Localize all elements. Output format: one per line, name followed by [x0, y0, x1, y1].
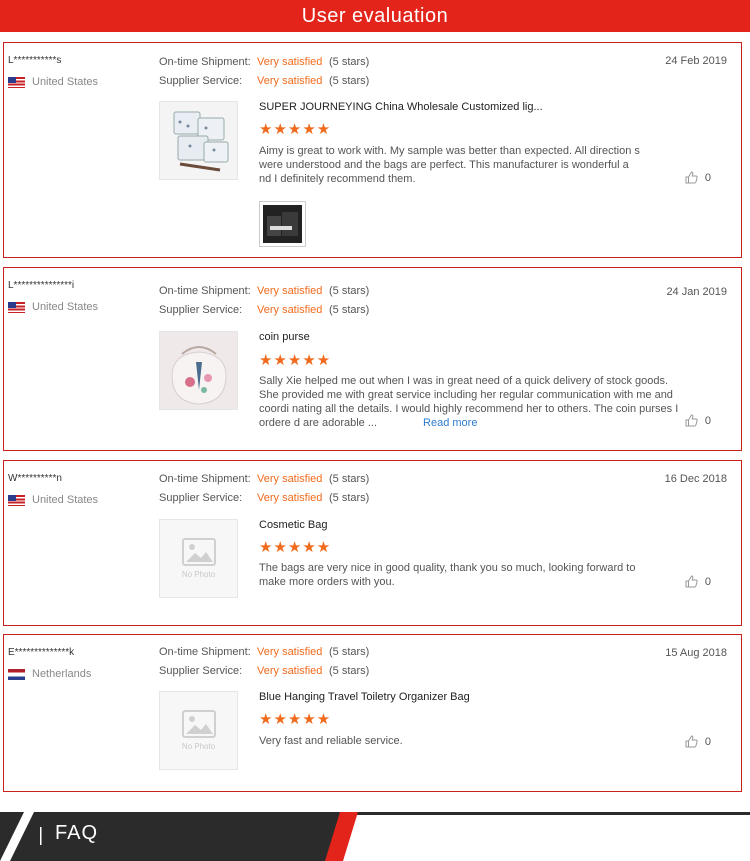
service-value: Very satisfied — [257, 75, 323, 87]
review-card: W**********n United States On-time Shipm… — [3, 460, 742, 626]
shipment-stars: (5 stars) — [329, 646, 370, 658]
reviewer-country: United States — [8, 301, 98, 313]
shipment-stars: (5 stars) — [329, 285, 370, 297]
no-photo-placeholder: No Photo — [160, 520, 237, 597]
thumbs-up-icon — [685, 414, 698, 427]
shipment-label: On-time Shipment: — [159, 473, 251, 485]
review-card: E**************k Netherlands On-time Shi… — [3, 634, 742, 792]
review-text: The bags are very nice in good quality, … — [259, 562, 636, 588]
page-title: User evaluation — [301, 5, 449, 27]
product-title[interactable]: Blue Hanging Travel Toiletry Organizer B… — [259, 691, 470, 703]
product-thumbnail[interactable] — [159, 331, 238, 410]
faq-title: FAQ — [55, 822, 99, 844]
review-card: L***********s United States On-time Ship… — [3, 42, 742, 258]
review-date: 16 Dec 2018 — [664, 473, 727, 485]
country-name: United States — [32, 76, 99, 88]
faq-banner: FAQ — [0, 812, 750, 861]
rating-stars: ★★★★★ — [259, 711, 332, 728]
shipment-label: On-time Shipment: — [159, 56, 251, 68]
service-rating: Supplier Service: Very satisfied (5 stars) — [159, 304, 369, 316]
faq-banner-background — [0, 812, 750, 861]
review-text: Aimy is great to work with. My sample wa… — [259, 145, 640, 185]
service-label: Supplier Service: — [159, 492, 243, 504]
us-flag-icon — [8, 301, 25, 313]
shipment-rating: On-time Shipment: Very satisfied (5 stars) — [159, 646, 369, 658]
shipment-value: Very satisfied — [257, 56, 323, 68]
review-date: 15 Aug 2018 — [665, 647, 727, 659]
reviewer-name: E**************k — [8, 647, 75, 658]
review-date: 24 Jan 2019 — [666, 286, 727, 298]
like-count: 0 — [704, 414, 711, 427]
us-flag-icon — [8, 76, 25, 88]
us-flag-icon — [8, 494, 25, 506]
shipment-stars: (5 stars) — [329, 473, 370, 485]
thumbs-up-icon — [685, 171, 698, 184]
product-title[interactable]: SUPER JOURNEYING China Wholesale Customi… — [259, 101, 543, 113]
shipment-stars: (5 stars) — [329, 56, 370, 68]
review-text: Very fast and reliable service. — [259, 735, 403, 747]
service-value: Very satisfied — [257, 304, 323, 316]
service-stars: (5 stars) — [329, 492, 370, 504]
thumbs-up-icon — [685, 735, 698, 748]
no-photo-placeholder: No Photo — [160, 692, 237, 769]
like-count: 0 — [704, 575, 711, 588]
like-button[interactable]: 0 — [685, 575, 711, 588]
country-name: United States — [32, 494, 99, 506]
reviewer-name: L***********s — [8, 55, 62, 66]
review-card: L***************i United States On-time … — [3, 267, 742, 451]
review-photo[interactable] — [259, 201, 306, 247]
like-button[interactable]: 0 — [685, 414, 711, 427]
page-header: User evaluation — [0, 0, 750, 32]
service-stars: (5 stars) — [329, 304, 370, 316]
product-title[interactable]: Cosmetic Bag — [259, 519, 327, 531]
shipment-rating: On-time Shipment: Very satisfied (5 stars) — [159, 473, 369, 485]
service-label: Supplier Service: — [159, 75, 243, 87]
shipment-value: Very satisfied — [257, 473, 323, 485]
like-button[interactable]: 0 — [685, 171, 711, 184]
reviewer-name: L***************i — [8, 280, 75, 291]
shipment-value: Very satisfied — [257, 285, 323, 297]
service-value: Very satisfied — [257, 492, 323, 504]
reviewer-country: United States — [8, 76, 98, 88]
service-stars: (5 stars) — [329, 75, 370, 87]
service-label: Supplier Service: — [159, 665, 243, 677]
read-more-link[interactable]: Read more — [423, 417, 477, 429]
product-thumbnail[interactable] — [159, 101, 238, 180]
rating-stars: ★★★★★ — [259, 352, 332, 369]
reviewer-name: W**********n — [8, 473, 62, 484]
rating-stars: ★★★★★ — [259, 121, 332, 138]
review-text: Sally Xie helped me out when I was in gr… — [259, 374, 689, 430]
thumbs-up-icon — [685, 575, 698, 588]
product-thumbnail[interactable]: No Photo — [159, 691, 238, 770]
reviewer-country: Netherlands — [8, 668, 91, 680]
no-photo-label: No Photo — [181, 742, 216, 751]
image-placeholder-icon — [181, 710, 216, 738]
review-date: 24 Feb 2019 — [665, 55, 727, 67]
netherlands-flag-icon — [8, 668, 25, 680]
service-rating: Supplier Service: Very satisfied (5 stars) — [159, 665, 369, 677]
shipment-value: Very satisfied — [257, 646, 323, 658]
rating-stars: ★★★★★ — [259, 539, 332, 556]
product-title[interactable]: coin purse — [259, 331, 310, 343]
service-label: Supplier Service: — [159, 304, 243, 316]
country-name: United States — [32, 301, 99, 313]
reviewer-country: United States — [8, 494, 98, 506]
country-name: Netherlands — [32, 668, 92, 680]
service-rating: Supplier Service: Very satisfied (5 stars) — [159, 492, 369, 504]
shipment-label: On-time Shipment: — [159, 285, 251, 297]
image-placeholder-icon — [181, 538, 216, 566]
product-thumbnail[interactable]: No Photo — [159, 519, 238, 598]
shipment-rating: On-time Shipment: Very satisfied (5 stars) — [159, 56, 369, 68]
service-value: Very satisfied — [257, 665, 323, 677]
like-count: 0 — [704, 735, 711, 748]
shipment-label: On-time Shipment: — [159, 646, 251, 658]
no-photo-label: No Photo — [181, 570, 216, 579]
service-stars: (5 stars) — [329, 665, 370, 677]
service-rating: Supplier Service: Very satisfied (5 stars) — [159, 75, 369, 87]
shipment-rating: On-time Shipment: Very satisfied (5 stars) — [159, 285, 369, 297]
like-button[interactable]: 0 — [685, 735, 711, 748]
like-count: 0 — [704, 171, 711, 184]
